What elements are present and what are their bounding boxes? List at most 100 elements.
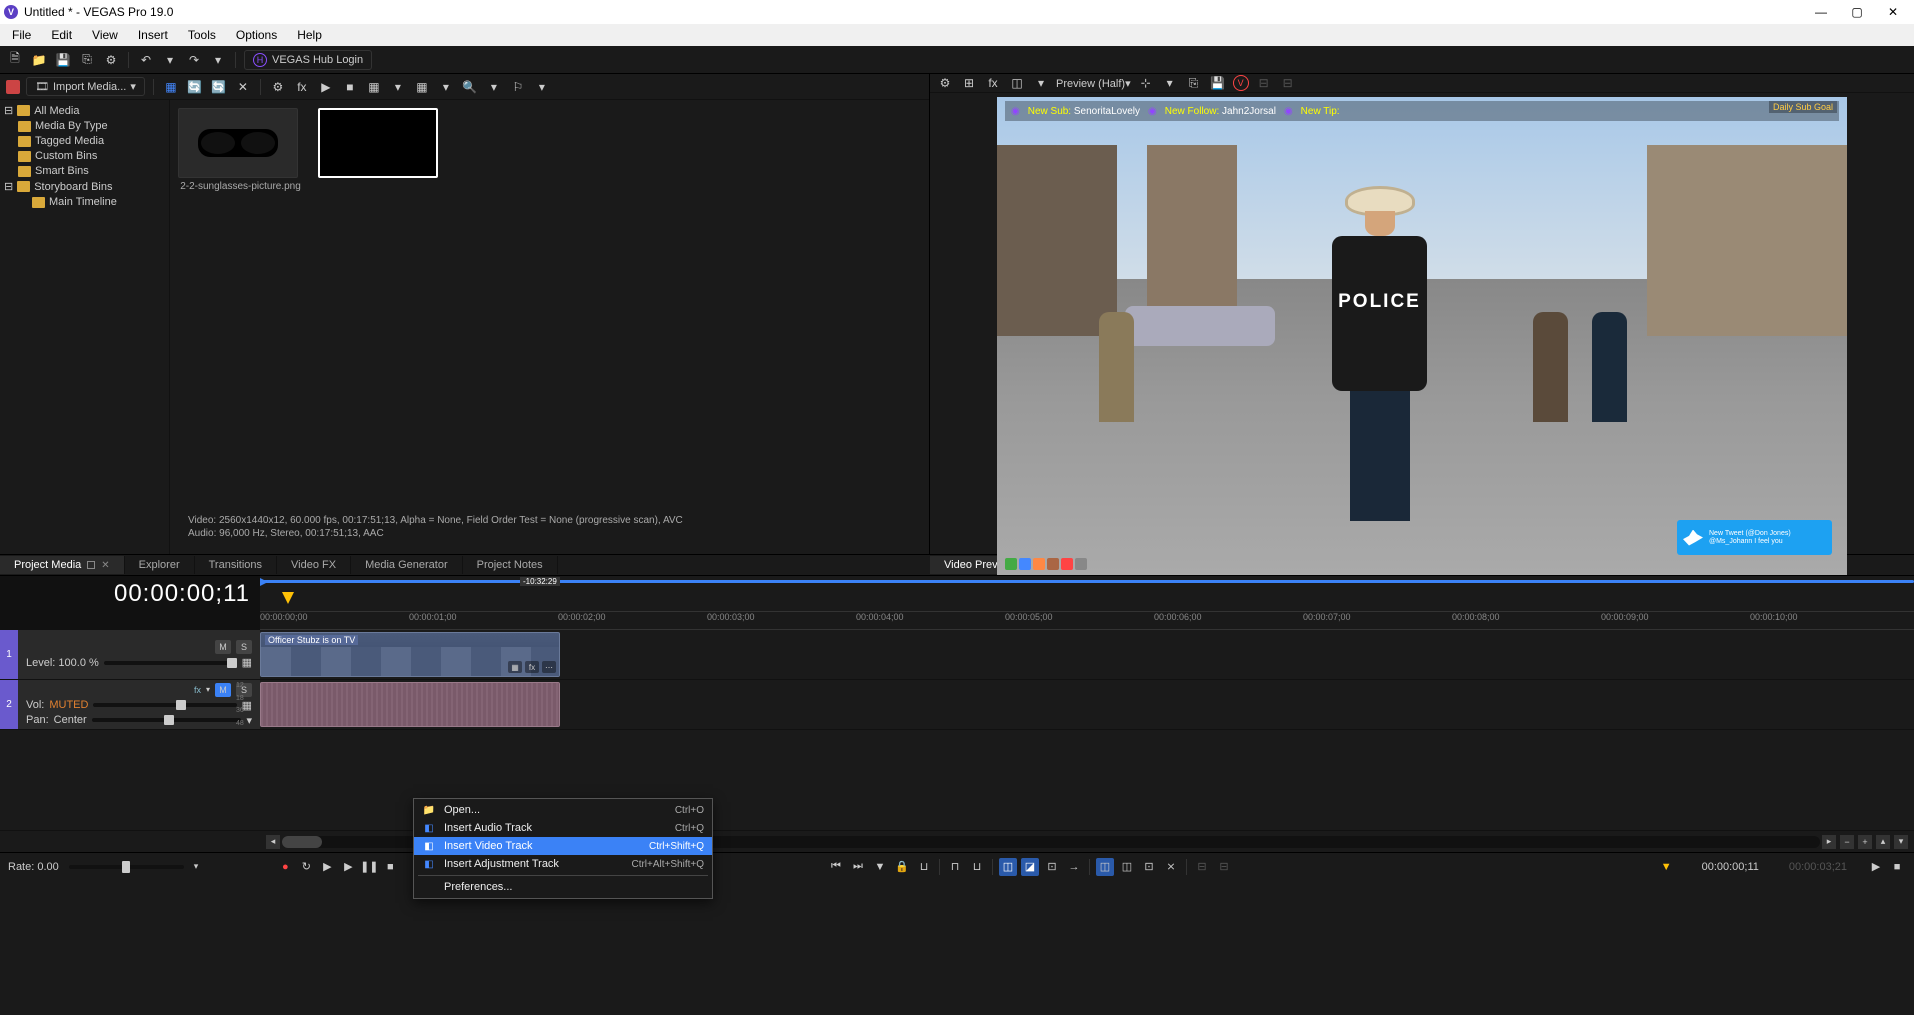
video-clip[interactable]: Officer Stubz is on TV ▦ fx ⋯ <box>260 632 560 677</box>
properties-icon[interactable]: ⚙ <box>102 51 120 69</box>
solo-button[interactable]: S <box>236 640 252 654</box>
tree-smart-bins[interactable]: Smart Bins <box>16 164 167 178</box>
split-icon[interactable]: ◫ <box>1008 74 1026 92</box>
lock-icon[interactable]: 🔒 <box>893 858 911 876</box>
close-button[interactable]: ✕ <box>1876 1 1910 23</box>
render-icon[interactable]: ⎘ <box>78 51 96 69</box>
dashed-icon[interactable]: ⊟ <box>1279 74 1297 92</box>
hub-login-button[interactable]: H VEGAS Hub Login <box>244 50 372 70</box>
dashed-icon[interactable]: ⊟ <box>1255 74 1273 92</box>
play-icon[interactable]: ▶ <box>339 858 357 876</box>
track-lane[interactable]: 12 18 36 48 <box>260 680 1914 729</box>
tree-main-timeline[interactable]: Main Timeline <box>30 195 167 209</box>
goto-start-icon[interactable]: ⏮ <box>827 858 845 876</box>
dropdown-icon[interactable]: ▾ <box>485 78 503 96</box>
undo-icon[interactable]: ↶ <box>137 51 155 69</box>
fx-icon[interactable]: fx <box>525 661 539 673</box>
overlays-icon[interactable]: ⊹ <box>1137 74 1155 92</box>
goto-end-icon[interactable]: ⏭ <box>849 858 867 876</box>
pause-icon[interactable]: ❚❚ <box>360 858 378 876</box>
menu-edit[interactable]: Edit <box>43 26 80 44</box>
tab-project-notes[interactable]: Project Notes <box>463 556 558 574</box>
timeline-ruler[interactable]: 00:00:00;00 00:00:01;00 00:00:02;00 00:0… <box>0 612 1914 630</box>
open-project-icon[interactable]: 📁 <box>30 51 48 69</box>
play-icon[interactable]: ▶ <box>1867 858 1885 876</box>
timeline-marker-ruler[interactable]: -10:32:29 <box>260 576 1914 612</box>
menu-tools[interactable]: Tools <box>180 26 224 44</box>
rate-dropdown-icon[interactable]: ▾ <box>194 861 199 872</box>
play-icon[interactable]: ▶ <box>317 78 335 96</box>
record-icon[interactable] <box>6 80 20 94</box>
tab-media-generator[interactable]: Media Generator <box>351 556 463 574</box>
layout-icon[interactable]: ▦ <box>162 78 180 96</box>
stop-icon[interactable]: ■ <box>1888 858 1906 876</box>
redo-dropdown-icon[interactable]: ▾ <box>209 51 227 69</box>
tree-custom-bins[interactable]: Custom Bins <box>16 149 167 163</box>
loop-marker-icon[interactable]: ▼ <box>1661 861 1672 873</box>
xfade-icon[interactable]: ⨯ <box>1162 858 1180 876</box>
new-project-icon[interactable]: 🗎 <box>6 51 24 69</box>
gear-icon[interactable]: ⚙ <box>269 78 287 96</box>
menu-insert[interactable]: Insert <box>130 26 176 44</box>
tool-a-icon[interactable]: ◫ <box>1096 858 1114 876</box>
marker-icon[interactable]: ▼ <box>871 858 889 876</box>
fx-icon[interactable]: fx <box>293 78 311 96</box>
thumbnail-sunglasses[interactable]: 2-2-sunglasses-picture.png <box>178 108 303 192</box>
selection-tool-icon[interactable]: ◪ <box>1021 858 1039 876</box>
maximize-button[interactable]: ▢ <box>1840 1 1874 23</box>
tab-project-media[interactable]: Project Media✕ <box>0 556 125 574</box>
gear-icon[interactable]: ⚙ <box>936 74 954 92</box>
import-media-button[interactable]: 🎞 Import Media... ▾ <box>26 77 145 96</box>
menu-help[interactable]: Help <box>289 26 330 44</box>
track-lane[interactable]: Officer Stubz is on TV ▦ fx ⋯ <box>260 630 1914 679</box>
tree-storyboard-bins[interactable]: ⊟Storyboard Bins <box>16 179 167 194</box>
tab-transitions[interactable]: Transitions <box>195 556 277 574</box>
ripple-icon[interactable]: → <box>1065 858 1083 876</box>
scroll-right-icon[interactable]: ▸ <box>1822 835 1836 849</box>
context-open[interactable]: 📁 Open... Ctrl+O <box>414 801 712 819</box>
remove-icon[interactable]: ✕ <box>234 78 252 96</box>
copy-icon[interactable]: ⎘ <box>1185 74 1203 92</box>
zoom-track-out-icon[interactable]: ▾ <box>1894 835 1908 849</box>
tool-c-icon[interactable]: ⊡ <box>1140 858 1158 876</box>
play-start-icon[interactable]: ▶ <box>318 858 336 876</box>
thumbnail-video[interactable] <box>318 108 443 192</box>
zoom-out-icon[interactable]: − <box>1840 835 1854 849</box>
envelope-tool-icon[interactable]: ⊡ <box>1043 858 1061 876</box>
menu-file[interactable]: File <box>4 26 39 44</box>
snap-icon[interactable]: ⊔ <box>915 858 933 876</box>
track-header[interactable]: 2 fx▾ M S Vol: MUTED ▦ Pan: <box>0 680 260 729</box>
menu-view[interactable]: View <box>84 26 126 44</box>
preview-quality-select[interactable]: Preview (Half)▾ <box>1056 77 1131 90</box>
grid-icon[interactable]: ▦ <box>413 78 431 96</box>
zoom-track-in-icon[interactable]: ▴ <box>1876 835 1890 849</box>
close-icon[interactable]: ✕ <box>101 560 109 571</box>
audio-clip[interactable] <box>260 682 560 727</box>
context-insert-audio-track[interactable]: ◧ Insert Audio Track Ctrl+Q <box>414 819 712 837</box>
timecode-display[interactable]: 00:00:00;11 <box>0 576 260 612</box>
save-project-icon[interactable]: 💾 <box>54 51 72 69</box>
undo-dropdown-icon[interactable]: ▾ <box>161 51 179 69</box>
view-dropdown-icon[interactable]: ▾ <box>389 78 407 96</box>
scroll-left-icon[interactable]: ◂ <box>266 835 280 849</box>
menu-options[interactable]: Options <box>228 26 285 44</box>
stop-icon[interactable]: ■ <box>341 78 359 96</box>
video-preview-canvas[interactable]: ◉ New Sub: SenoritaLovely ◉ New Follow: … <box>997 97 1847 575</box>
more-icon[interactable]: ⋯ <box>542 661 556 673</box>
search-icon[interactable]: 🔍 <box>461 78 479 96</box>
filter-icon[interactable]: ⚐ <box>509 78 527 96</box>
grid-icon[interactable]: ⊞ <box>960 74 978 92</box>
fx-icon[interactable]: fx <box>984 74 1002 92</box>
view-mode-icon[interactable]: ▦ <box>365 78 383 96</box>
v-icon[interactable]: V <box>1233 75 1249 91</box>
context-preferences[interactable]: Preferences... <box>414 878 712 896</box>
dropdown-icon[interactable]: ▾ <box>533 78 551 96</box>
add-icon[interactable]: 🔄 <box>210 78 228 96</box>
normal-edit-tool-icon[interactable]: ◫ <box>999 858 1017 876</box>
mute-button[interactable]: M <box>215 683 231 697</box>
redo-icon[interactable]: ↷ <box>185 51 203 69</box>
record-icon[interactable]: ● <box>276 858 294 876</box>
tab-video-fx[interactable]: Video FX <box>277 556 351 574</box>
dropdown-icon[interactable]: ▾ <box>437 78 455 96</box>
tool-b-icon[interactable]: ◫ <box>1118 858 1136 876</box>
